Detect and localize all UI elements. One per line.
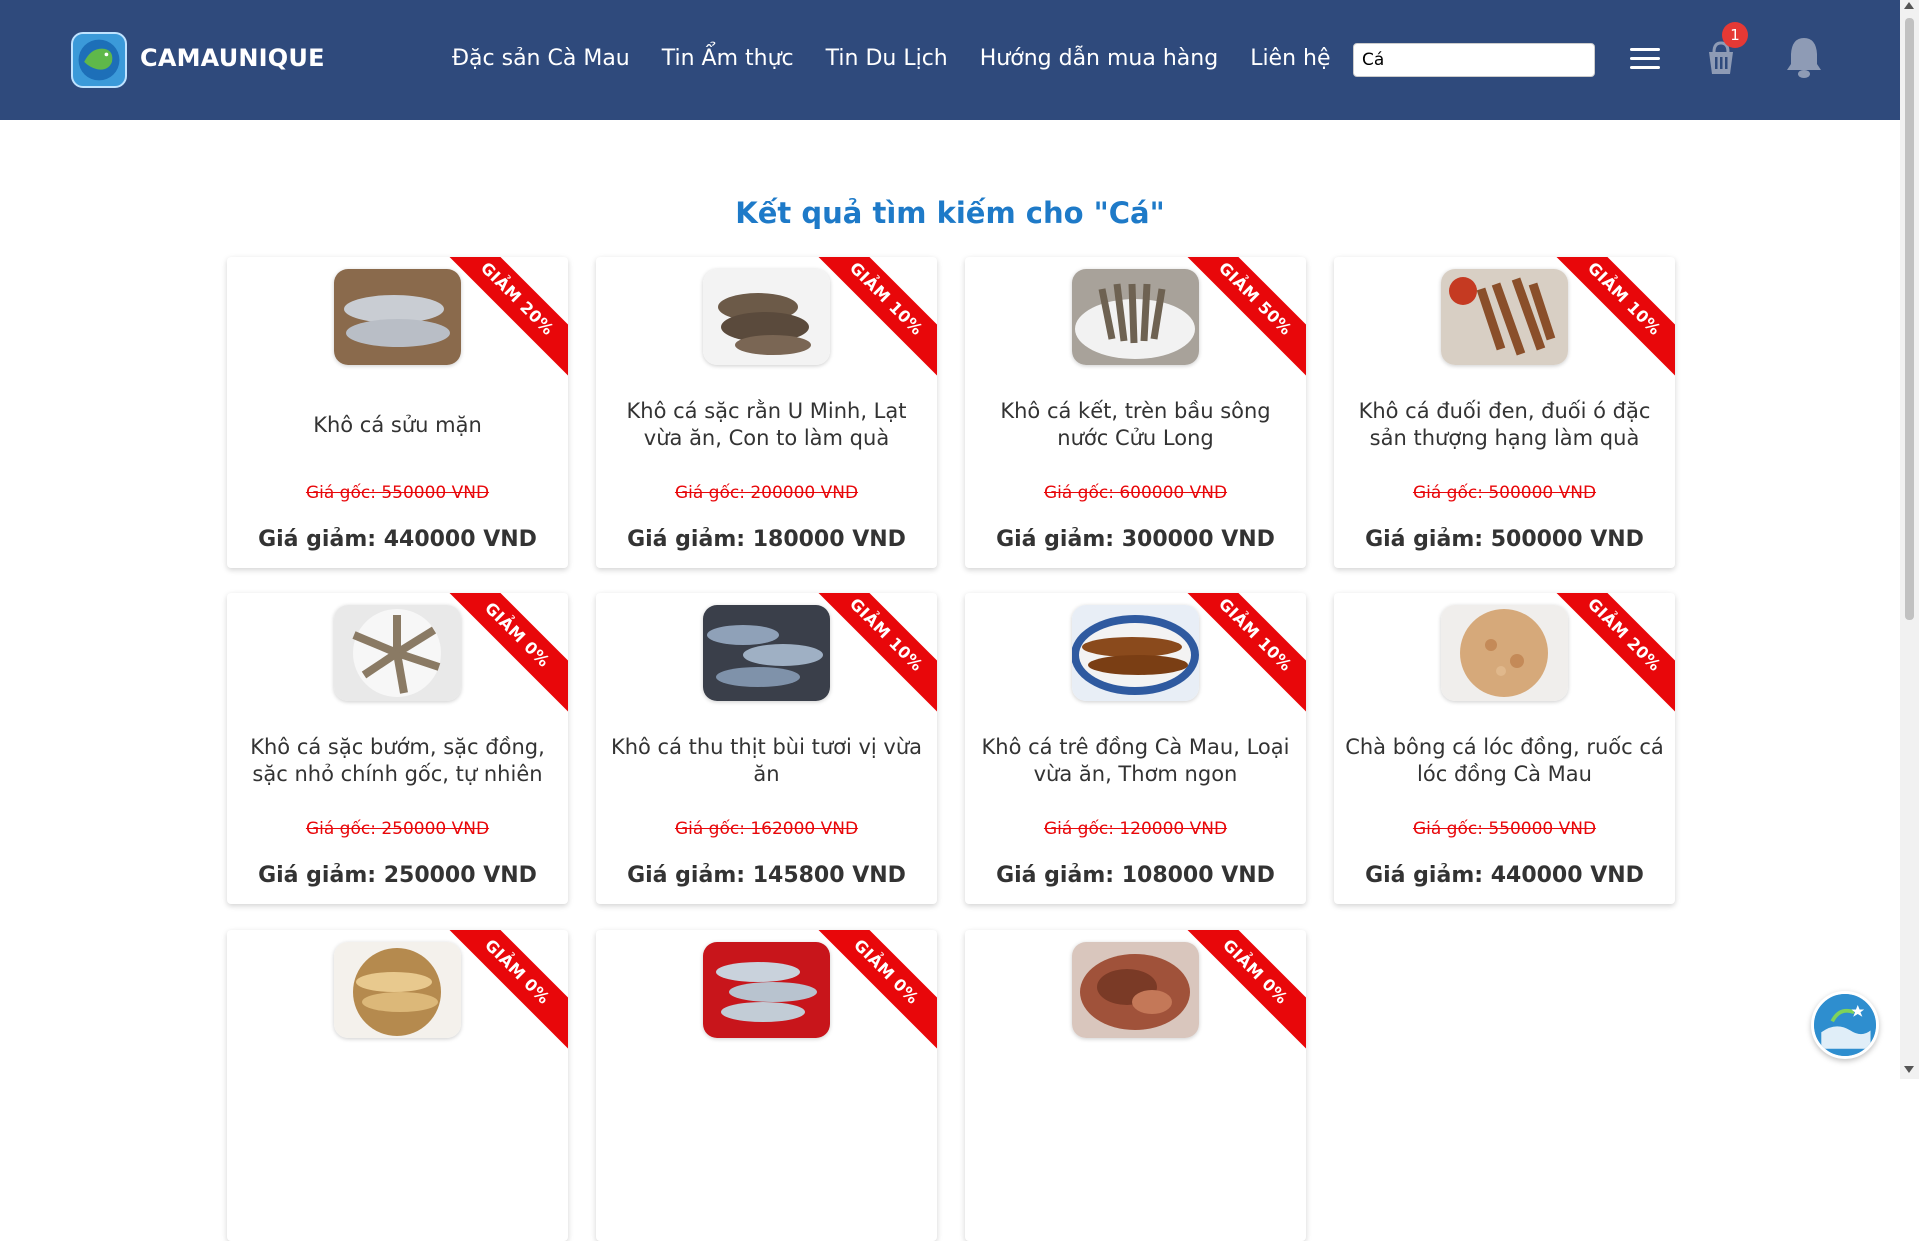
nav-dac-san[interactable]: Đặc sản Cà Mau [452, 46, 630, 71]
product-name: Khô cá sặc bướm, sặc đồng, sặc nhỏ chính… [250, 735, 545, 786]
top-header: CAMAUNIQUE Đặc sản Cà Mau Tin Ẩm thực Ti… [0, 0, 1900, 120]
sale-price: Giá giảm: 440000 VND [1365, 863, 1644, 888]
product-card[interactable]: GIẢM 0% [227, 930, 568, 1241]
product-name: Khô cá đuối đen, đuối ó đặc sản thượng h… [1358, 399, 1651, 450]
original-price: Giá gốc: 550000 VND [305, 483, 490, 503]
logo-icon[interactable] [71, 32, 127, 88]
product-image [334, 605, 461, 701]
product-card[interactable]: GIẢM 0% Khô cá sặc bướm, sặc đồng, sặc n… [227, 593, 568, 904]
product-name: Khô cá trê đồng Cà Mau, Loại vừa ăn, Thơ… [981, 735, 1290, 786]
main-nav: Đặc sản Cà Mau Tin Ẩm thực Tin Du Lịch H… [452, 46, 1363, 71]
scroll-down-arrow-icon[interactable] [1904, 1066, 1914, 1073]
sale-price: Giá giảm: 500000 VND [1365, 527, 1644, 552]
product-name [237, 1068, 558, 1128]
product-card[interactable]: GIẢM 10% Khô cá thu thịt bùi tươi vị vừa… [596, 593, 937, 904]
nav-lien-he[interactable]: Liên hệ [1250, 46, 1330, 71]
product-image [334, 942, 461, 1038]
product-card[interactable]: GIẢM 10% Khô cá sặc rằn U Minh, Lạt vừa … [596, 257, 937, 568]
hamburger-menu-icon[interactable] [1630, 48, 1660, 70]
sale-price: Giá giảm: 145800 VND [627, 863, 906, 888]
sale-price: Giá giảm: 108000 VND [996, 863, 1275, 888]
sale-price: Giá giảm: 250000 VND [258, 863, 537, 888]
product-image [1072, 942, 1199, 1038]
product-card[interactable]: GIẢM 50% Khô cá kết, trèn bầu sông nước … [965, 257, 1306, 568]
product-card[interactable]: GIẢM 20% Khô cá sửu mặn Giá gốc: 550000 … [227, 257, 568, 568]
original-price: Giá gốc: 600000 VND [1043, 483, 1228, 503]
product-card[interactable]: GIẢM 20% Chà bông cá lóc đồng, ruốc cá l… [1334, 593, 1675, 904]
product-card[interactable]: GIẢM 0% [965, 930, 1306, 1241]
scroll-up-arrow-icon[interactable] [1904, 2, 1914, 9]
product-name: Khô cá sặc rằn U Minh, Lạt vừa ăn, Con t… [626, 399, 907, 450]
cart-count-badge: 1 [1722, 22, 1748, 48]
product-name [606, 1068, 927, 1128]
product-name: Khô cá kết, trèn bầu sông nước Cửu Long [1000, 399, 1271, 450]
sale-price: Giá giảm: 300000 VND [996, 527, 1275, 552]
original-price: Giá gốc: 250000 VND [305, 819, 490, 839]
product-name: Khô cá sửu mặn [313, 412, 482, 437]
ca-mau-widget-icon[interactable] [1811, 991, 1879, 1059]
product-image [1441, 605, 1568, 701]
original-price: Giá gốc: 162000 VND [674, 819, 859, 839]
product-image [1072, 605, 1199, 701]
product-image [703, 605, 830, 701]
scrollbar-thumb[interactable] [1905, 18, 1914, 620]
notification-bell-icon[interactable] [1783, 34, 1825, 80]
original-price: Giá gốc: 500000 VND [1412, 483, 1597, 503]
brand-name[interactable]: CAMAUNIQUE [140, 44, 325, 72]
product-name [975, 1068, 1296, 1128]
product-card[interactable]: GIẢM 10% Khô cá đuối đen, đuối ó đặc sản… [1334, 257, 1675, 568]
product-image [1441, 269, 1568, 365]
product-card[interactable]: GIẢM 10% Khô cá trê đồng Cà Mau, Loại vừ… [965, 593, 1306, 904]
nav-tin-du-lich[interactable]: Tin Du Lịch [826, 46, 948, 71]
search-results-title: Kết quả tìm kiếm cho "Cá" [735, 196, 1165, 230]
product-name: Khô cá thu thịt bùi tươi vị vừa ăn [610, 735, 923, 786]
product-image [703, 269, 830, 365]
product-image [1072, 269, 1199, 365]
sale-price: Giá giảm: 440000 VND [258, 527, 537, 552]
product-image [703, 942, 830, 1038]
original-price: Giá gốc: 550000 VND [1412, 819, 1597, 839]
nav-huong-dan[interactable]: Hướng dẫn mua hàng [980, 46, 1218, 71]
search-input[interactable] [1353, 43, 1595, 77]
nav-tin-am-thuc[interactable]: Tin Ẩm thực [662, 46, 794, 71]
original-price: Giá gốc: 120000 VND [1043, 819, 1228, 839]
original-price: Giá gốc: 200000 VND [674, 483, 859, 503]
sale-price: Giá giảm: 180000 VND [627, 527, 906, 552]
product-name: Chà bông cá lóc đồng, ruốc cá lóc đồng C… [1345, 735, 1664, 786]
product-image [334, 269, 461, 365]
product-card[interactable]: GIẢM 0% [596, 930, 937, 1241]
